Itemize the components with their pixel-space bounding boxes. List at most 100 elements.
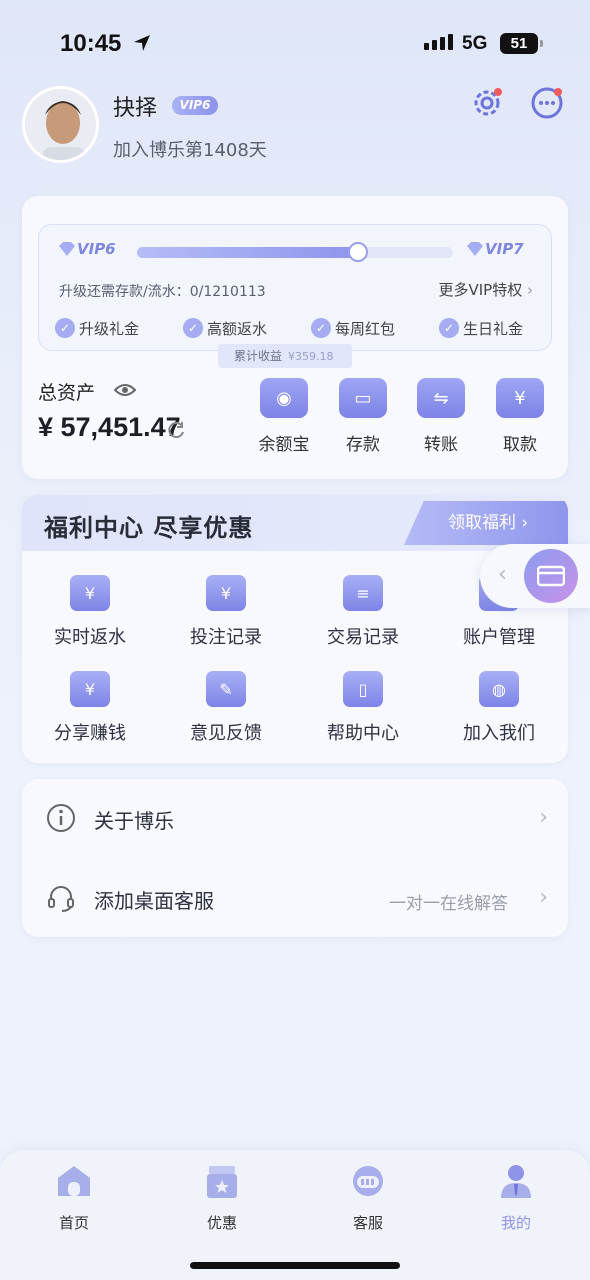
welfare-item-label: 交易记录 bbox=[327, 627, 399, 648]
location-arrow-icon bbox=[134, 35, 150, 51]
action-transfer-button[interactable]: ⇋ 转账 bbox=[408, 378, 474, 455]
hand-coin-icon: ¥ bbox=[70, 671, 110, 707]
signal-icon bbox=[424, 34, 453, 50]
eye-icon[interactable] bbox=[114, 382, 136, 398]
users-icon: ◍ bbox=[479, 671, 519, 707]
check-icon: ✓ bbox=[55, 318, 75, 338]
bet-record-icon: ¥ bbox=[206, 575, 246, 611]
welfare-item-label: 分享赚钱 bbox=[54, 723, 126, 744]
total-assets-label: 总资产 bbox=[38, 382, 96, 404]
chevron-left-icon: ‹ bbox=[498, 562, 507, 587]
tab-home[interactable]: 首页 bbox=[34, 1162, 114, 1233]
profile-icon bbox=[501, 1165, 531, 1198]
vip-progress-knob bbox=[348, 242, 369, 262]
help-book-icon: ▯ bbox=[343, 671, 383, 707]
diamond-icon bbox=[59, 242, 75, 256]
check-icon: ✓ bbox=[311, 318, 331, 338]
card-wallet-icon[interactable] bbox=[524, 549, 578, 603]
welfare-item-label: 投注记录 bbox=[190, 627, 262, 648]
info-icon bbox=[47, 804, 75, 832]
money-bag-icon: ¥ bbox=[70, 575, 110, 611]
vip-badge: VIP6 bbox=[172, 96, 218, 115]
welfare-item-feedback[interactable]: ✎ 意见反馈 bbox=[167, 671, 285, 745]
list-item-label: 关于博乐 bbox=[94, 809, 174, 833]
action-withdraw-button[interactable]: ¥ 取款 bbox=[487, 378, 553, 455]
welfare-item-label: 加入我们 bbox=[463, 723, 535, 744]
claim-welfare-button[interactable]: 领取福利 › bbox=[404, 501, 568, 545]
earnings-label: 累计收益 bbox=[234, 349, 283, 363]
home-icon bbox=[58, 1166, 90, 1196]
next-vip-label: VIP7 bbox=[485, 240, 524, 258]
chevron-right-icon: › bbox=[539, 885, 548, 910]
list-item-label: 添加桌面客服 bbox=[94, 889, 214, 913]
floating-side-tab[interactable]: ‹ bbox=[480, 544, 590, 608]
avatar[interactable] bbox=[22, 86, 99, 163]
welfare-item-transactions[interactable]: ≡ 交易记录 bbox=[304, 575, 422, 649]
settings-notification-dot bbox=[494, 88, 502, 96]
status-time: 10:45 bbox=[60, 30, 122, 57]
action-yuebao-button[interactable]: ◉ 余额宝 bbox=[251, 378, 317, 455]
bottom-tab-bar: 首页 优惠 客服 我的 bbox=[0, 1150, 590, 1280]
welfare-title: 福利中心 尽享优惠 bbox=[44, 514, 254, 542]
claim-welfare-label: 领取福利 bbox=[448, 513, 516, 533]
upgrade-requirement-text: 升级还需存款/流水：0/1210113 bbox=[59, 284, 266, 300]
gift-box-icon bbox=[207, 1166, 237, 1198]
welfare-center-card: 福利中心 尽享优惠 领取福利 › ¥实时返水 ¥投注记录 ≡交易记录 ▤账户管理… bbox=[22, 495, 568, 763]
perk-label: 升级礼金 bbox=[79, 319, 140, 338]
coin-stack-icon: ◉ bbox=[260, 378, 308, 418]
message-notification-dot bbox=[554, 88, 562, 96]
perk-item: ✓ 高额返水 bbox=[183, 315, 311, 341]
perk-label: 每周红包 bbox=[335, 319, 396, 338]
action-label: 存款 bbox=[346, 435, 380, 455]
tab-mine[interactable]: 我的 bbox=[476, 1162, 556, 1233]
check-icon: ✓ bbox=[439, 318, 459, 338]
perk-label: 生日礼金 bbox=[463, 319, 524, 338]
refresh-icon[interactable] bbox=[166, 420, 186, 440]
vip-progress-fill bbox=[137, 247, 359, 258]
earnings-value: ¥359.18 bbox=[288, 350, 334, 363]
tab-label: 我的 bbox=[500, 1214, 531, 1232]
earnings-tag: 累计收益 ¥359.18 bbox=[218, 344, 352, 368]
total-assets-value: ¥ 57,451.47 bbox=[38, 412, 181, 442]
home-indicator bbox=[190, 1262, 400, 1269]
action-label: 取款 bbox=[503, 435, 537, 455]
more-vip-link[interactable]: 更多VIP特权 › bbox=[438, 279, 533, 300]
welfare-item-rebate[interactable]: ¥ 实时返水 bbox=[31, 575, 149, 649]
chevron-right-icon: › bbox=[539, 805, 548, 830]
welfare-item-label: 帮助中心 bbox=[327, 723, 399, 744]
tab-label: 客服 bbox=[352, 1214, 383, 1232]
welfare-item-join[interactable]: ◍ 加入我们 bbox=[440, 671, 558, 745]
join-days-text: 加入博乐第1408天 bbox=[113, 140, 267, 161]
action-label: 转账 bbox=[424, 435, 458, 455]
network-type: 5G bbox=[462, 33, 488, 54]
welfare-item-bet-record[interactable]: ¥ 投注记录 bbox=[167, 575, 285, 649]
chevron-right-icon: › bbox=[527, 281, 533, 299]
more-vip-label: 更多VIP特权 bbox=[438, 281, 523, 299]
current-vip-label: VIP6 bbox=[77, 240, 116, 258]
settings-list-card: 关于博乐 › 添加桌面客服 一对一在线解答 › bbox=[22, 779, 568, 937]
headset-icon bbox=[48, 886, 74, 912]
next-vip-tag: VIP7 bbox=[465, 237, 524, 261]
battery-icon: 51 bbox=[500, 33, 543, 54]
welfare-item-help[interactable]: ▯ 帮助中心 bbox=[304, 671, 422, 745]
action-deposit-button[interactable]: ▭ 存款 bbox=[330, 378, 396, 455]
tab-promotions[interactable]: 优惠 bbox=[182, 1162, 262, 1233]
message-icon[interactable] bbox=[530, 86, 564, 120]
welfare-item-share[interactable]: ¥ 分享赚钱 bbox=[31, 671, 149, 745]
tab-support[interactable]: 客服 bbox=[328, 1162, 408, 1233]
tab-label: 首页 bbox=[58, 1214, 89, 1232]
action-label: 余额宝 bbox=[258, 435, 310, 455]
perk-item: ✓ 升级礼金 bbox=[55, 315, 183, 341]
welfare-item-label: 实时返水 bbox=[54, 627, 126, 648]
list-item-desktop-support[interactable]: 添加桌面客服 一对一在线解答 › bbox=[22, 859, 568, 937]
status-bar: 10:45 5G 51 bbox=[0, 0, 590, 90]
yen-ticket-icon: ¥ bbox=[496, 378, 544, 418]
check-icon: ✓ bbox=[183, 318, 203, 338]
support-icon bbox=[353, 1166, 383, 1196]
settings-gear-icon[interactable] bbox=[470, 86, 504, 120]
wallet-icon: ▭ bbox=[339, 378, 387, 418]
vip-assets-card: VIP6 VIP7 升级还需存款/流水：0/1210113 更多VIP特权 › … bbox=[22, 196, 568, 479]
list-item-about[interactable]: 关于博乐 › bbox=[22, 779, 568, 857]
vip-progress-panel[interactable]: VIP6 VIP7 升级还需存款/流水：0/1210113 更多VIP特权 › … bbox=[38, 224, 552, 351]
clipboard-icon: ≡ bbox=[343, 575, 383, 611]
